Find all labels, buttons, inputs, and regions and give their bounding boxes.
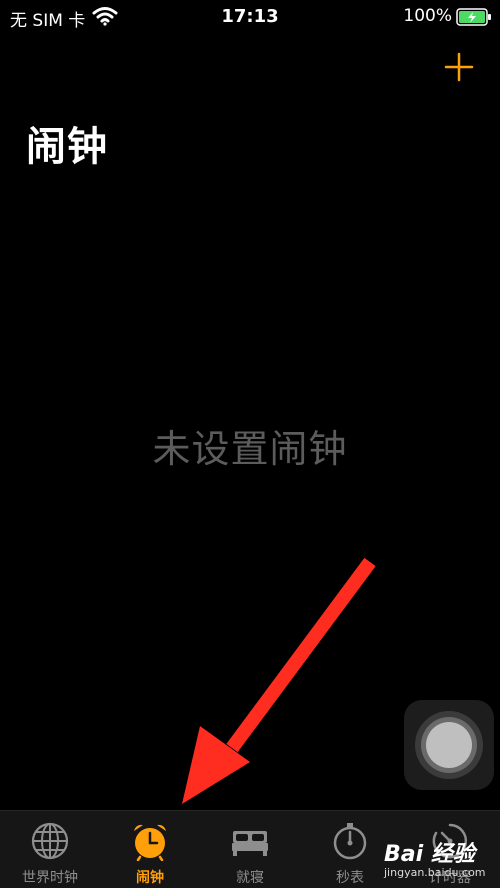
- empty-state-message: 未设置闹钟: [152, 427, 348, 471]
- page-title: 闹钟: [26, 124, 108, 170]
- bed-icon: [232, 831, 268, 856]
- tab-alarm[interactable]: 闹钟: [100, 811, 200, 888]
- tab-label: 就寝: [236, 870, 264, 886]
- assistive-touch-button[interactable]: [404, 700, 494, 790]
- tab-label: 闹钟: [136, 870, 164, 886]
- assistive-touch-ring: [415, 711, 483, 779]
- clock-app-screen: 无 SIM 卡 17:13 100% 闹钟 未设置闹钟 世界时钟 闹钟 就寝 秒…: [0, 0, 500, 888]
- plus-icon[interactable]: [444, 52, 474, 82]
- stopwatch-icon: [333, 823, 367, 860]
- tab-label: 秒表: [336, 870, 364, 886]
- battery-charging-icon: [456, 8, 491, 26]
- status-bar: 无 SIM 卡 17:13 100%: [0, 0, 500, 34]
- battery-percentage: 100%: [403, 6, 452, 26]
- tab-label: 计时器: [429, 870, 471, 886]
- timer-icon: [432, 823, 468, 859]
- alarm-clock-icon: [134, 824, 166, 861]
- tab-world-clock[interactable]: 世界时钟: [0, 811, 100, 888]
- tab-label: 世界时钟: [22, 870, 78, 886]
- globe-icon: [31, 822, 69, 860]
- tab-stopwatch[interactable]: 秒表: [300, 811, 400, 888]
- tab-bar: 世界时钟 闹钟 就寝 秒表 计时器: [0, 810, 500, 888]
- tab-bedtime[interactable]: 就寝: [200, 811, 300, 888]
- tab-timer[interactable]: 计时器: [400, 811, 500, 888]
